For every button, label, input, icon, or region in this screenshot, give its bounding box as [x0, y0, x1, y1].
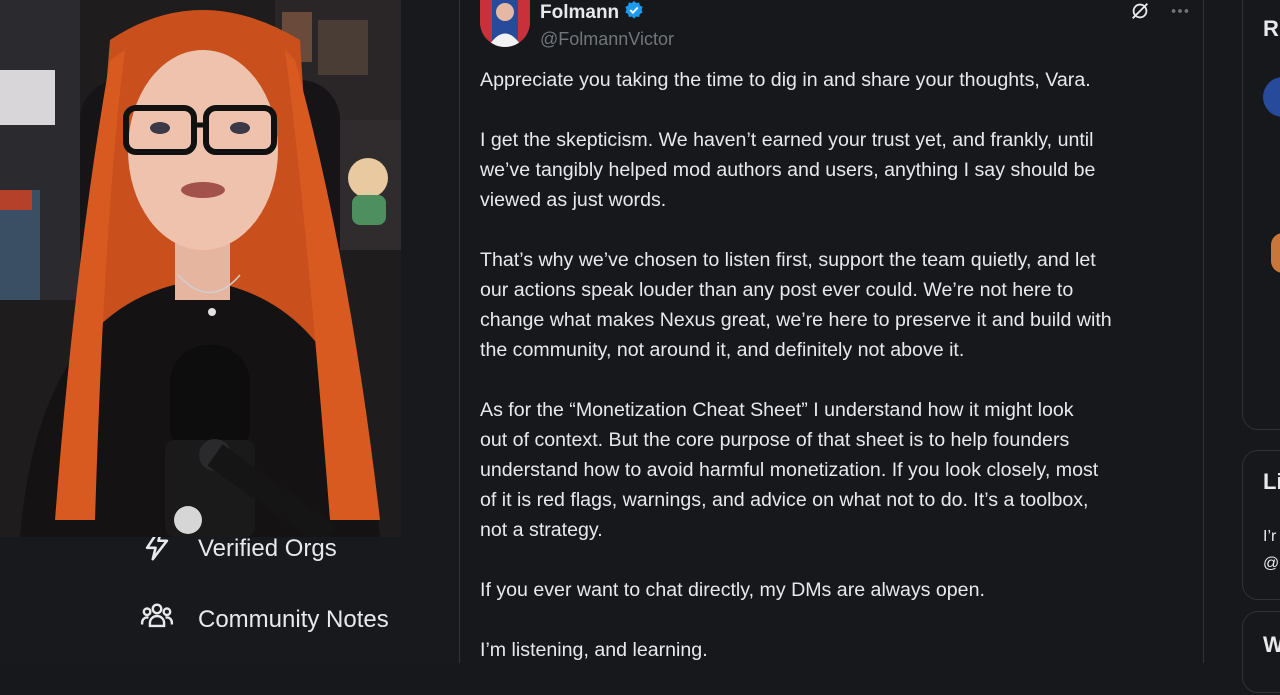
whats-happening-card: W: [1242, 611, 1280, 693]
verified-badge-icon: [624, 0, 644, 26]
card-title: R: [1263, 16, 1279, 41]
webcam-overlay: [0, 0, 401, 537]
tweet-paragraph: Appreciate you taking the time to dig in…: [480, 69, 1091, 91]
avatar[interactable]: [1271, 233, 1280, 273]
tweet-author: Folmann @FolmannVictor: [540, 0, 674, 50]
tweet-paragraph: I get the skepticism. We haven’t earned …: [480, 129, 1096, 211]
tweet-top-actions: [1129, 0, 1191, 27]
display-name-text: Folmann: [540, 2, 620, 23]
nav-item-label: Community Notes: [198, 605, 389, 633]
tweet-paragraph: I’m listening, and learning.: [480, 639, 708, 661]
right-sidebar: R Li I’r @ W: [1204, 0, 1280, 693]
author-avatar[interactable]: [480, 0, 530, 47]
tweet-detail: Folmann @FolmannVictor Appreciate you ta…: [460, 0, 1203, 663]
card-text: I’r: [1263, 528, 1277, 545]
avatar[interactable]: [1263, 77, 1280, 117]
nav-item-community-notes[interactable]: Community Notes: [140, 599, 389, 640]
card-title: W: [1263, 632, 1280, 657]
author-handle[interactable]: @FolmannVictor: [540, 29, 674, 50]
relevant-people-card: R: [1242, 0, 1280, 430]
author-display-name[interactable]: Folmann: [540, 0, 674, 26]
more-options-icon[interactable]: [1169, 0, 1191, 27]
tweet-paragraph: That’s why we’ve chosen to listen first,…: [480, 249, 1112, 361]
streamer-illustration: [0, 0, 401, 537]
grok-icon[interactable]: [1129, 0, 1151, 27]
card-title: Li: [1263, 469, 1280, 494]
nav-item-label: Verified Orgs: [198, 534, 337, 562]
tweet-text: Appreciate you taking the time to dig in…: [480, 65, 1185, 695]
tweet-paragraph: If you ever want to chat directly, my DM…: [480, 579, 985, 601]
tweet-paragraph: As for the “Monetization Cheat Sheet” I …: [480, 399, 1099, 541]
live-card: Li I’r @: [1242, 450, 1280, 600]
card-text: @: [1263, 555, 1280, 572]
people-icon: [140, 599, 174, 640]
